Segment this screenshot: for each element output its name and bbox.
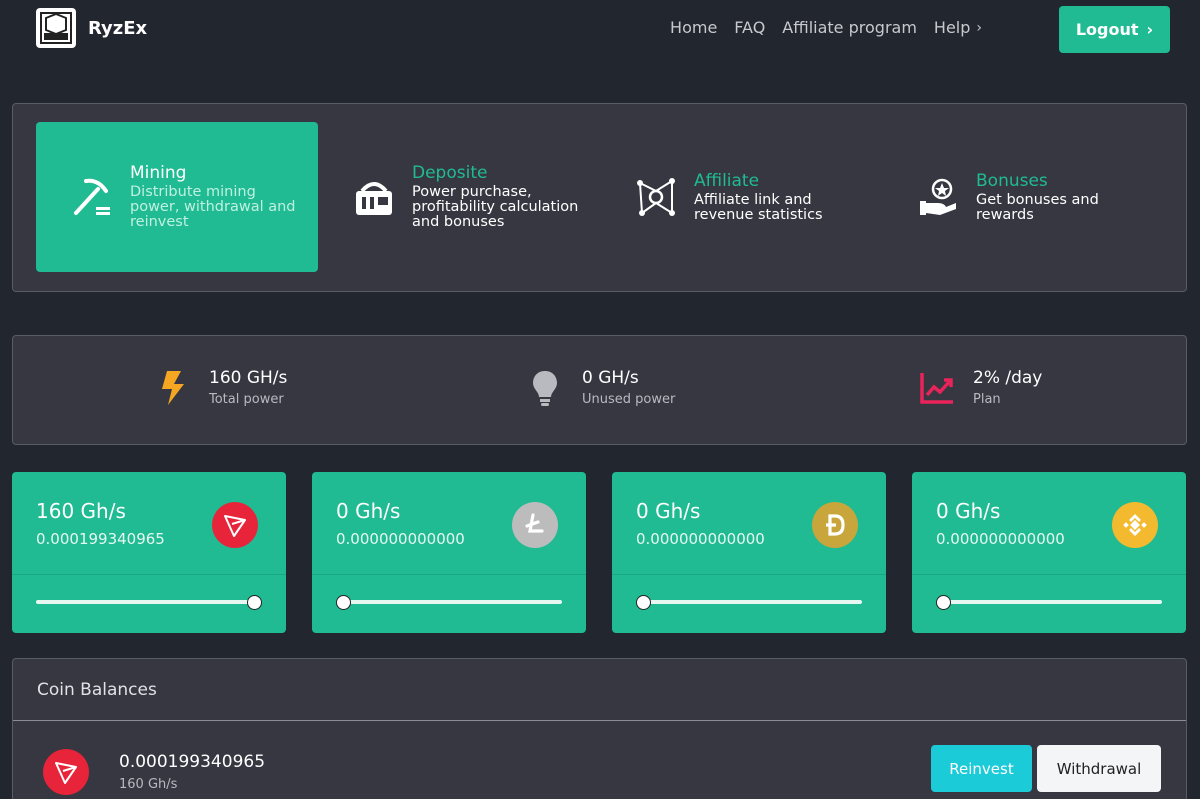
nav-help-label: Help bbox=[933, 18, 971, 37]
balance-amount: 0.000199340965 bbox=[119, 752, 266, 772]
section-menu: Mining Distribute mining power, withdraw… bbox=[12, 103, 1187, 292]
power-slider-handle[interactable] bbox=[335, 595, 351, 610]
main-nav: Home FAQ Affiliate program Help › bbox=[653, 18, 982, 37]
menu-item-title: Bonuses bbox=[976, 170, 1048, 191]
balance-power: 160 Gh/s bbox=[119, 777, 178, 792]
stat-value: 160 GH/s bbox=[209, 368, 288, 388]
nav-affiliate-program[interactable]: Affiliate program bbox=[782, 18, 917, 37]
stat-value: 2% /day bbox=[973, 368, 1043, 388]
power-slider-handle[interactable] bbox=[935, 595, 951, 610]
coin-amount: 0.000199340965 bbox=[36, 530, 165, 548]
stat-plan: 2% /day Plan bbox=[919, 368, 1042, 407]
reinvest-button[interactable]: Reinvest bbox=[931, 745, 1032, 792]
coin-power: 0 Gh/s bbox=[636, 499, 701, 523]
coin-balances-title: Coin Balances bbox=[13, 659, 1186, 721]
brand-name: RyzEx bbox=[88, 17, 148, 39]
coin-amount: 0.000000000000 bbox=[336, 530, 465, 548]
coin-card-dogecoin: 0 Gh/s 0.000000000000 bbox=[612, 472, 886, 633]
coin-amount: 0.000000000000 bbox=[636, 530, 765, 548]
power-slider-track[interactable] bbox=[936, 600, 1162, 604]
balance-row: 0.000199340965 160 Gh/s Reinvest Withdra… bbox=[13, 721, 1186, 799]
power-slider-handle[interactable] bbox=[247, 595, 262, 610]
menu-item-desc: Distribute mining power, withdrawal and … bbox=[130, 184, 296, 230]
coin-amount: 0.000000000000 bbox=[936, 530, 1065, 548]
menu-item-desc: Affiliate link and revenue statistics bbox=[694, 191, 823, 223]
lightning-icon bbox=[162, 370, 184, 405]
power-slider-track[interactable] bbox=[36, 600, 262, 604]
logo-icon bbox=[36, 8, 76, 48]
coin-balances-panel: Coin Balances 0.000199340965 160 Gh/s Re… bbox=[12, 658, 1187, 799]
dogecoin-icon bbox=[812, 502, 858, 548]
coin-power: 160 Gh/s bbox=[36, 499, 126, 523]
menu-item-deposite[interactable]: Deposite Power purchase, profitability c… bbox=[318, 122, 600, 272]
withdrawal-button[interactable]: Withdrawal bbox=[1037, 745, 1161, 792]
nav-home[interactable]: Home bbox=[670, 18, 717, 37]
menu-item-title: Affiliate bbox=[694, 170, 760, 191]
power-slider-handle[interactable] bbox=[635, 595, 651, 610]
menu-item-mining[interactable]: Mining Distribute mining power, withdraw… bbox=[36, 122, 318, 272]
stat-label: Total power bbox=[209, 392, 284, 407]
stats-panel: 160 GH/s Total power 0 GH/s Unused power… bbox=[12, 335, 1187, 445]
chevron-right-icon: › bbox=[976, 19, 982, 36]
menu-item-title: Mining bbox=[130, 163, 187, 183]
lightbulb-icon bbox=[533, 370, 557, 406]
tron-icon bbox=[43, 749, 89, 795]
menu-item-affiliate[interactable]: Affiliate Affiliate link and revenue sta… bbox=[600, 122, 882, 272]
stat-value: 0 GH/s bbox=[582, 368, 639, 388]
reward-hand-icon bbox=[920, 178, 956, 215]
chevron-right-icon: › bbox=[1146, 20, 1154, 39]
stat-total-power: 160 GH/s Total power bbox=[157, 368, 287, 407]
power-slider-track[interactable] bbox=[336, 600, 562, 604]
coin-card-litecoin: 0 Gh/s 0.000000000000 bbox=[312, 472, 586, 633]
menu-item-bonuses[interactable]: Bonuses Get bonuses and rewards bbox=[882, 122, 1164, 272]
mining-rig-icon bbox=[356, 182, 392, 215]
logout-button[interactable]: Logout › bbox=[1059, 6, 1170, 53]
power-slider-track[interactable] bbox=[636, 600, 862, 604]
coin-power: 0 Gh/s bbox=[936, 499, 1001, 523]
stat-label: Unused power bbox=[582, 392, 676, 407]
stat-unused-power: 0 GH/s Unused power bbox=[530, 368, 675, 407]
menu-item-title: Deposite bbox=[412, 163, 488, 183]
network-icon bbox=[637, 178, 675, 216]
logout-label: Logout bbox=[1075, 20, 1139, 39]
nav-help[interactable]: Help › bbox=[934, 18, 982, 37]
stat-label: Plan bbox=[973, 392, 1001, 407]
menu-item-desc: Get bonuses and rewards bbox=[976, 191, 1099, 223]
trend-chart-icon bbox=[920, 372, 953, 404]
menu-item-desc: Power purchase, profitability calculatio… bbox=[412, 184, 579, 230]
nav-faq[interactable]: FAQ bbox=[734, 18, 765, 37]
brand-logo[interactable]: RyzEx bbox=[36, 8, 147, 48]
coin-card-binance: 0 Gh/s 0.000000000000 bbox=[912, 472, 1186, 633]
tron-icon bbox=[212, 502, 258, 548]
pickaxe-icon bbox=[74, 178, 110, 215]
litecoin-icon bbox=[512, 502, 558, 548]
header: RyzEx Home FAQ Affiliate program Help › … bbox=[0, 0, 1200, 60]
coin-power: 0 Gh/s bbox=[336, 499, 401, 523]
binance-icon bbox=[1112, 502, 1158, 548]
coin-card-tron: 160 Gh/s 0.000199340965 bbox=[12, 472, 286, 633]
